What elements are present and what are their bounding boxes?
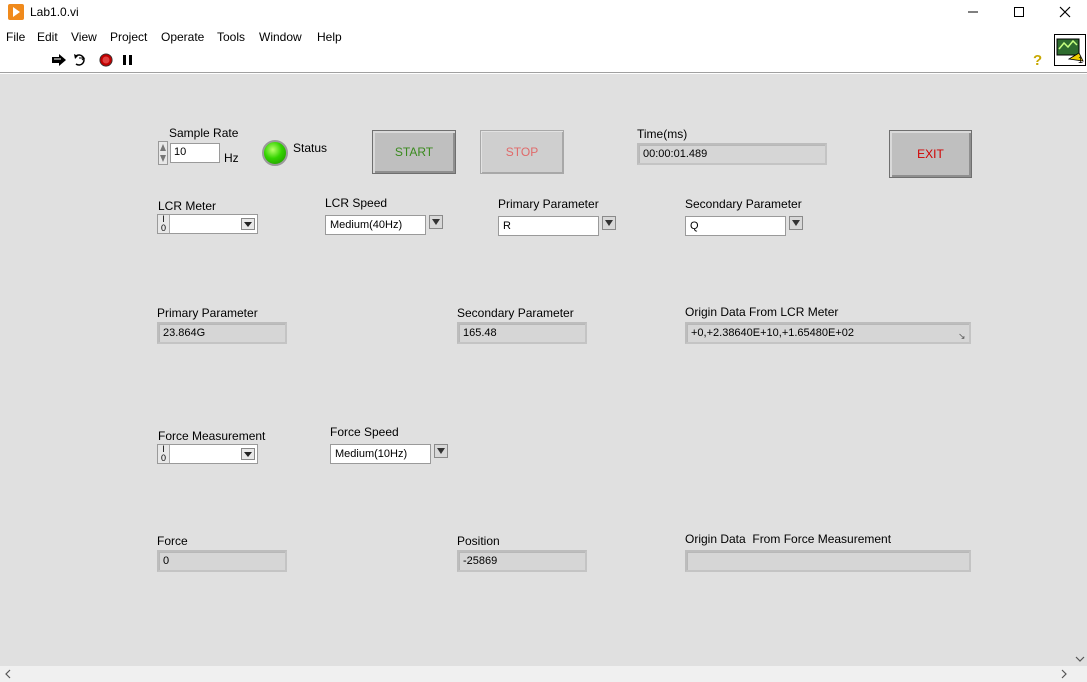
time-label: Time(ms) <box>637 127 688 141</box>
position-label: Position <box>457 534 500 548</box>
menu-bar: File Edit View Project Operate Tools Win… <box>0 26 1087 48</box>
scroll-left-icon[interactable] <box>2 668 14 680</box>
stop-button[interactable]: STOP <box>480 130 564 174</box>
pause-icon[interactable] <box>120 53 136 67</box>
sample-rate-unit: Hz <box>224 151 239 165</box>
force-speed-select[interactable]: Medium(10Hz) <box>330 444 431 464</box>
force-measurement-label: Force Measurement <box>158 429 266 443</box>
window-title: Lab1.0.vi <box>30 5 79 19</box>
sample-rate-label: Sample Rate <box>169 126 239 140</box>
chevron-down-icon[interactable] <box>429 215 443 229</box>
primary-parameter-display: 23.864G <box>157 322 287 344</box>
vi-icon-badge: 1 <box>1077 55 1083 65</box>
time-display: 00:00:01.489 <box>637 143 827 165</box>
menu-file[interactable]: File <box>6 30 25 44</box>
menu-edit[interactable]: Edit <box>37 30 58 44</box>
minimize-icon <box>968 11 978 13</box>
menu-view[interactable]: View <box>71 30 97 44</box>
lcr-speed-label: LCR Speed <box>325 196 388 210</box>
force-speed-label: Force Speed <box>330 425 399 439</box>
menu-project[interactable]: Project <box>110 30 147 44</box>
primary-parameter-select-label: Primary Parameter <box>498 197 599 211</box>
chevron-down-icon[interactable] <box>241 448 255 460</box>
primary-parameter-display-label: Primary Parameter <box>157 306 258 320</box>
origin-force-display <box>685 550 971 572</box>
menu-window[interactable]: Window <box>259 30 302 44</box>
menu-help[interactable]: Help <box>317 30 342 44</box>
primary-parameter-select[interactable]: R <box>498 216 599 236</box>
start-button[interactable]: START <box>372 130 456 174</box>
secondary-parameter-select-label: Secondary Parameter <box>685 197 802 211</box>
chevron-down-icon[interactable] <box>241 218 255 230</box>
lcr-meter-label: LCR Meter <box>158 199 217 213</box>
sample-rate-stepper[interactable] <box>158 141 168 165</box>
origin-lcr-label: Origin Data From LCR Meter <box>685 305 839 319</box>
labview-app-icon <box>8 4 24 20</box>
maximize-button[interactable] <box>996 0 1042 24</box>
context-help-icon[interactable]: ? <box>1033 52 1042 69</box>
chevron-down-icon[interactable] <box>789 216 803 230</box>
close-button[interactable] <box>1042 0 1087 24</box>
run-continuously-icon[interactable] <box>73 53 89 67</box>
resize-handle-icon: ↘ <box>958 331 966 341</box>
origin-force-label: Origin Data From Force Measurement <box>685 532 892 546</box>
chevron-down-icon[interactable] <box>434 444 448 458</box>
secondary-parameter-display: 165.48 <box>457 322 587 344</box>
menu-operate[interactable]: Operate <box>161 30 204 44</box>
lcr-speed-select[interactable]: Medium(40Hz) <box>325 215 426 235</box>
toolbar: ? <box>0 48 1087 73</box>
sample-rate-input[interactable]: 10 <box>170 143 220 163</box>
secondary-parameter-select[interactable]: Q <box>685 216 786 236</box>
minimize-button[interactable] <box>950 0 996 24</box>
position-display: -25869 <box>457 550 587 572</box>
horizontal-scrollbar[interactable] <box>0 666 1087 682</box>
vi-connector-icon[interactable]: 1 <box>1054 34 1086 66</box>
chevron-down-icon[interactable] <box>602 216 616 230</box>
origin-lcr-display: +0,+2.38640E+10,+1.65480E+02 <box>685 322 971 344</box>
resource-icon: I0 <box>158 445 170 463</box>
force-measurement-select[interactable]: I0 <box>157 444 258 464</box>
resource-icon: I0 <box>158 215 170 233</box>
run-arrow-icon[interactable] <box>51 53 67 67</box>
force-label: Force <box>157 534 188 548</box>
exit-button[interactable]: EXIT <box>889 130 972 178</box>
title-bar: Lab1.0.vi <box>0 0 1087 26</box>
menu-tools[interactable]: Tools <box>217 30 245 44</box>
scroll-down-icon[interactable] <box>1073 652 1087 666</box>
status-label: Status <box>293 141 328 155</box>
close-icon <box>1059 6 1071 18</box>
maximize-icon <box>1014 7 1024 17</box>
scroll-right-icon[interactable] <box>1058 668 1070 680</box>
status-led <box>262 140 288 166</box>
secondary-parameter-display-label: Secondary Parameter <box>457 306 574 320</box>
force-display: 0 <box>157 550 287 572</box>
abort-icon[interactable] <box>98 53 114 67</box>
lcr-meter-select[interactable]: I0 <box>157 214 258 234</box>
front-panel: Sample Rate 10 Hz Status START STOP EXIT… <box>0 74 1087 666</box>
